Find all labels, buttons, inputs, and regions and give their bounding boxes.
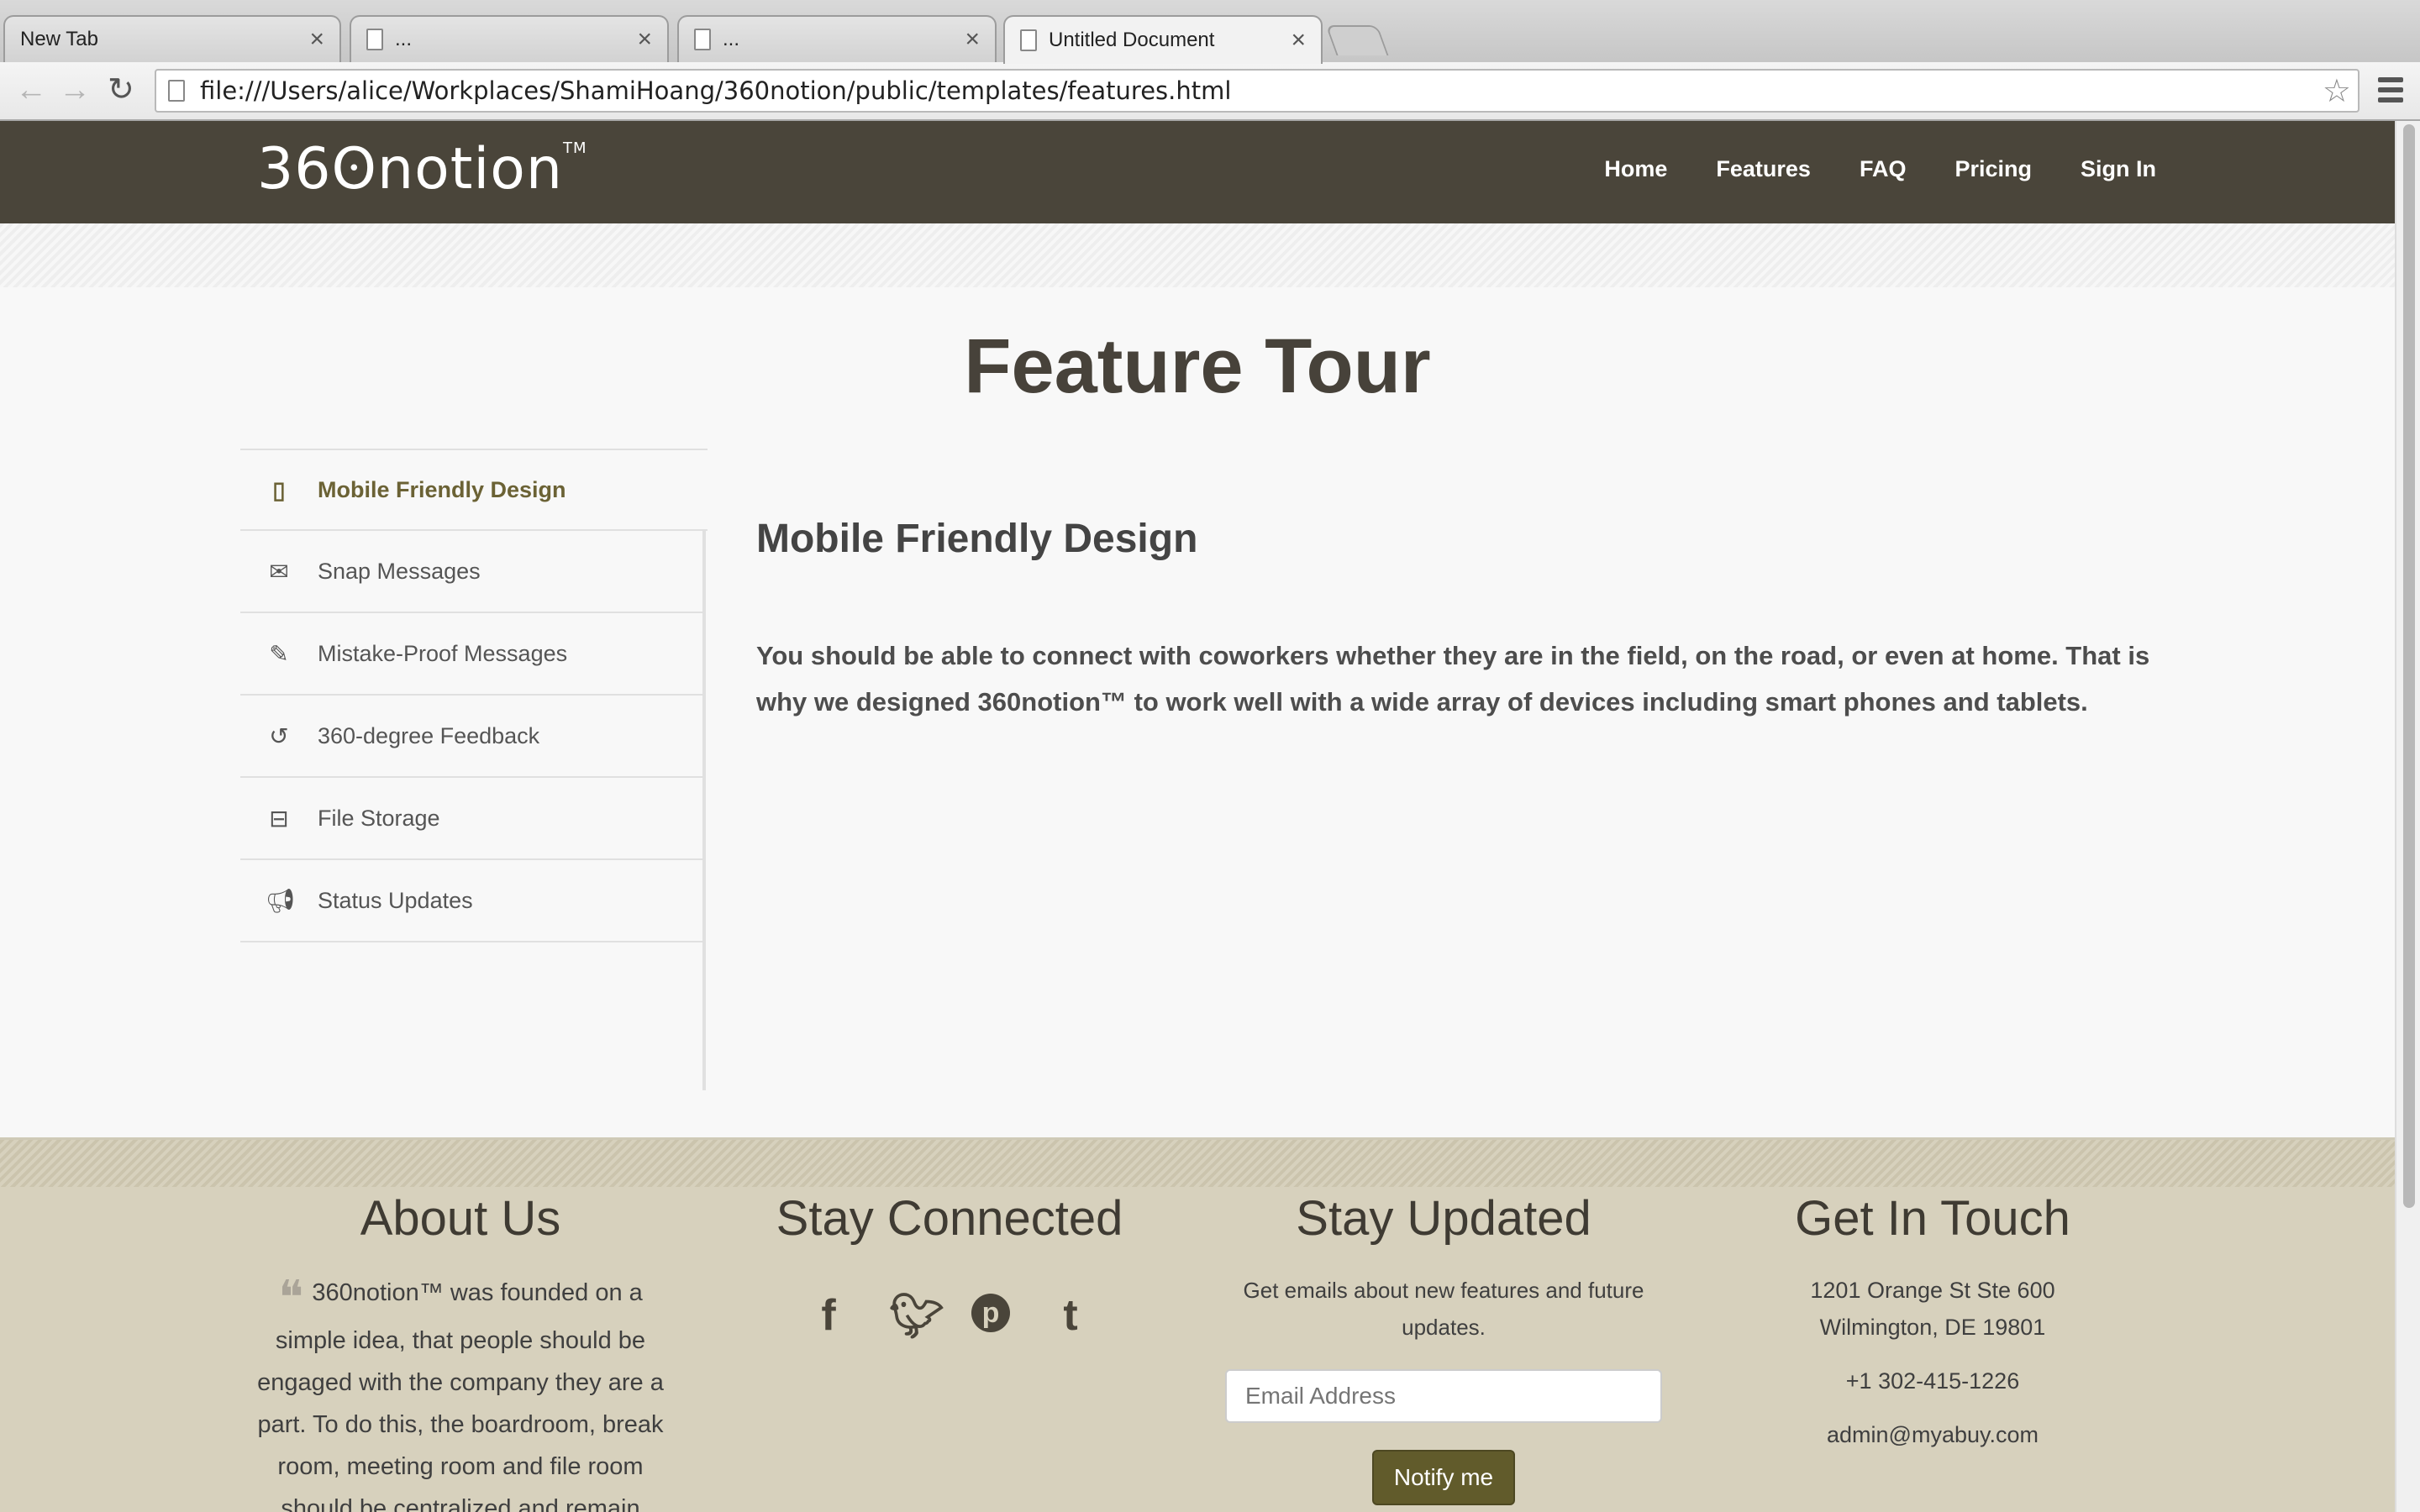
about-text: ❝ 360notion™ was founded on a simple idea… [244, 1272, 677, 1512]
sidebar-item-snap-messages[interactable]: ✉ Snap Messages [240, 531, 702, 613]
tumblr-icon[interactable]: t [1049, 1290, 1092, 1341]
feature-description: You should be able to connect with cowor… [756, 641, 2150, 717]
browser-tab[interactable]: New Tab × [3, 15, 341, 62]
site-header: 36ʘnotionTM Home Features FAQ Pricing Si… [0, 121, 2395, 223]
browser-tab-strip: New Tab × ... × ... × Untitled Document … [0, 0, 2420, 64]
bookmark-star-icon[interactable]: ☆ [2323, 72, 2351, 110]
nav-home[interactable]: Home [1604, 156, 1667, 182]
social-links: f 🐦︎ p t [739, 1290, 1160, 1341]
sidebar-item-label: Snap Messages [318, 558, 481, 584]
tab-title: ... [395, 28, 413, 50]
footer-heading: Stay Updated [1296, 1191, 1591, 1246]
quote-icon: ❝ [278, 1271, 304, 1326]
tab-title: Untitled Document [1049, 29, 1215, 51]
nav-pricing[interactable]: Pricing [1954, 156, 2032, 182]
footer-updated: Stay Updated Get emails about new featur… [1225, 1190, 1662, 1505]
twitter-icon[interactable]: 🐦︎ [889, 1290, 944, 1341]
footer-about: About Us ❝ 360notion™ was founded on a si… [244, 1190, 677, 1512]
sidebar-item-label: 360-degree Feedback [318, 722, 540, 748]
close-icon[interactable]: × [309, 27, 324, 52]
address-bar[interactable]: file:///Users/alice/Workplaces/ShamiHoan… [155, 69, 2360, 113]
browser-tab[interactable]: ... × [350, 15, 669, 62]
forward-arrow-icon[interactable]: → [59, 74, 91, 106]
nav-faq[interactable]: FAQ [1860, 156, 1907, 182]
browser-menu-icon[interactable] [2378, 77, 2403, 102]
site-logo[interactable]: 36ʘnotionTM [257, 136, 587, 202]
footer-heading: Get In Touch [1795, 1191, 2070, 1246]
updated-text: Get emails about new features and future… [1243, 1278, 1644, 1340]
sidebar-item-label: File Storage [318, 805, 440, 831]
browser-tab-active[interactable]: Untitled Document × [1003, 15, 1323, 64]
facebook-icon[interactable]: f [807, 1290, 850, 1341]
inbox-icon: ⊟ [269, 805, 289, 832]
sidebar-item-label: Status Updates [318, 887, 473, 913]
page-icon [694, 29, 711, 50]
notify-button[interactable]: Notify me [1372, 1450, 1515, 1505]
pinterest-icon[interactable]: p [971, 1294, 1010, 1332]
about-text-body: 360notion™ was founded on a simple idea,… [257, 1279, 664, 1512]
contact-email[interactable]: admin@myabuy.com [1714, 1416, 2151, 1453]
undo-icon: ↺ [269, 722, 289, 749]
sidebar-item-360-degree-feedback[interactable]: ↺ 360-degree Feedback [240, 696, 702, 778]
feature-sidebar: ▯ Mobile Friendly Design ✉ Snap Messages… [240, 449, 708, 1090]
sidebar-item-label: Mistake-Proof Messages [318, 640, 568, 666]
browser-tab[interactable]: ... × [677, 15, 997, 62]
web-page: 36ʘnotionTM Home Features FAQ Pricing Si… [0, 121, 2395, 1512]
page-icon [366, 29, 383, 50]
address-line: Wilmington, DE 19801 [1819, 1315, 2046, 1340]
edit-icon: ✎ [269, 640, 289, 667]
address-line: 1201 Orange St Ste 600 [1810, 1278, 2055, 1303]
back-arrow-icon[interactable]: ← [15, 74, 47, 106]
footer-heading: About Us [360, 1191, 561, 1246]
header-texture [0, 223, 2395, 287]
main-nav: Home Features FAQ Pricing Sign In [1604, 156, 2156, 182]
scrollbar[interactable] [2395, 121, 2420, 1512]
envelope-icon: ✉ [269, 558, 289, 585]
nav-sign-in[interactable]: Sign In [2081, 156, 2156, 182]
footer-heading: Stay Connected [776, 1191, 1123, 1246]
mobile-icon: ▯ [272, 476, 286, 503]
close-icon[interactable]: × [637, 27, 652, 52]
feature-content: Mobile Friendly Design You should be abl… [756, 516, 2168, 725]
reload-icon[interactable]: ↻ [108, 74, 134, 106]
site-footer: About Us ❝ 360notion™ was founded on a si… [0, 1137, 2395, 1512]
email-field[interactable] [1225, 1369, 1662, 1423]
phone-number[interactable]: +1 302-415-1226 [1714, 1362, 2151, 1399]
sidebar-item-file-storage[interactable]: ⊟ File Storage [240, 778, 702, 860]
sidebar-item-mistake-proof-messages[interactable]: ✎ Mistake-Proof Messages [240, 613, 702, 696]
scrollbar-thumb[interactable] [2403, 124, 2415, 1208]
footer-contact: Get In Touch 1201 Orange St Ste 600 Wilm… [1714, 1190, 2151, 1453]
page-icon [1020, 29, 1037, 51]
sidebar-item-mobile-friendly-design[interactable]: ▯ Mobile Friendly Design [240, 449, 708, 531]
sidebar-item-status-updates[interactable]: 📢︎ Status Updates [240, 860, 702, 942]
new-tab-button[interactable] [1325, 25, 1389, 55]
close-icon[interactable]: × [965, 27, 980, 52]
nav-features[interactable]: Features [1716, 156, 1811, 182]
logo-text: 36ʘnotion [257, 136, 564, 202]
url-text[interactable]: file:///Users/alice/Workplaces/ShamiHoan… [200, 76, 2323, 105]
logo-trademark: TM [563, 139, 587, 157]
browser-toolbar: ← → ↻ file:///Users/alice/Workplaces/Sha… [0, 62, 2420, 121]
page-icon [168, 80, 185, 102]
tab-title: ... [723, 28, 740, 50]
page-title: Feature Tour [964, 323, 1431, 409]
footer-connected: Stay Connected f 🐦︎ p t [739, 1190, 1160, 1341]
feature-heading: Mobile Friendly Design [756, 517, 1198, 561]
close-icon[interactable]: × [1291, 28, 1306, 53]
footer-texture [0, 1140, 2395, 1187]
tab-title: New Tab [20, 28, 98, 50]
sidebar-item-label: Mobile Friendly Design [318, 476, 566, 502]
bullhorn-icon: 📢︎ [266, 887, 296, 914]
